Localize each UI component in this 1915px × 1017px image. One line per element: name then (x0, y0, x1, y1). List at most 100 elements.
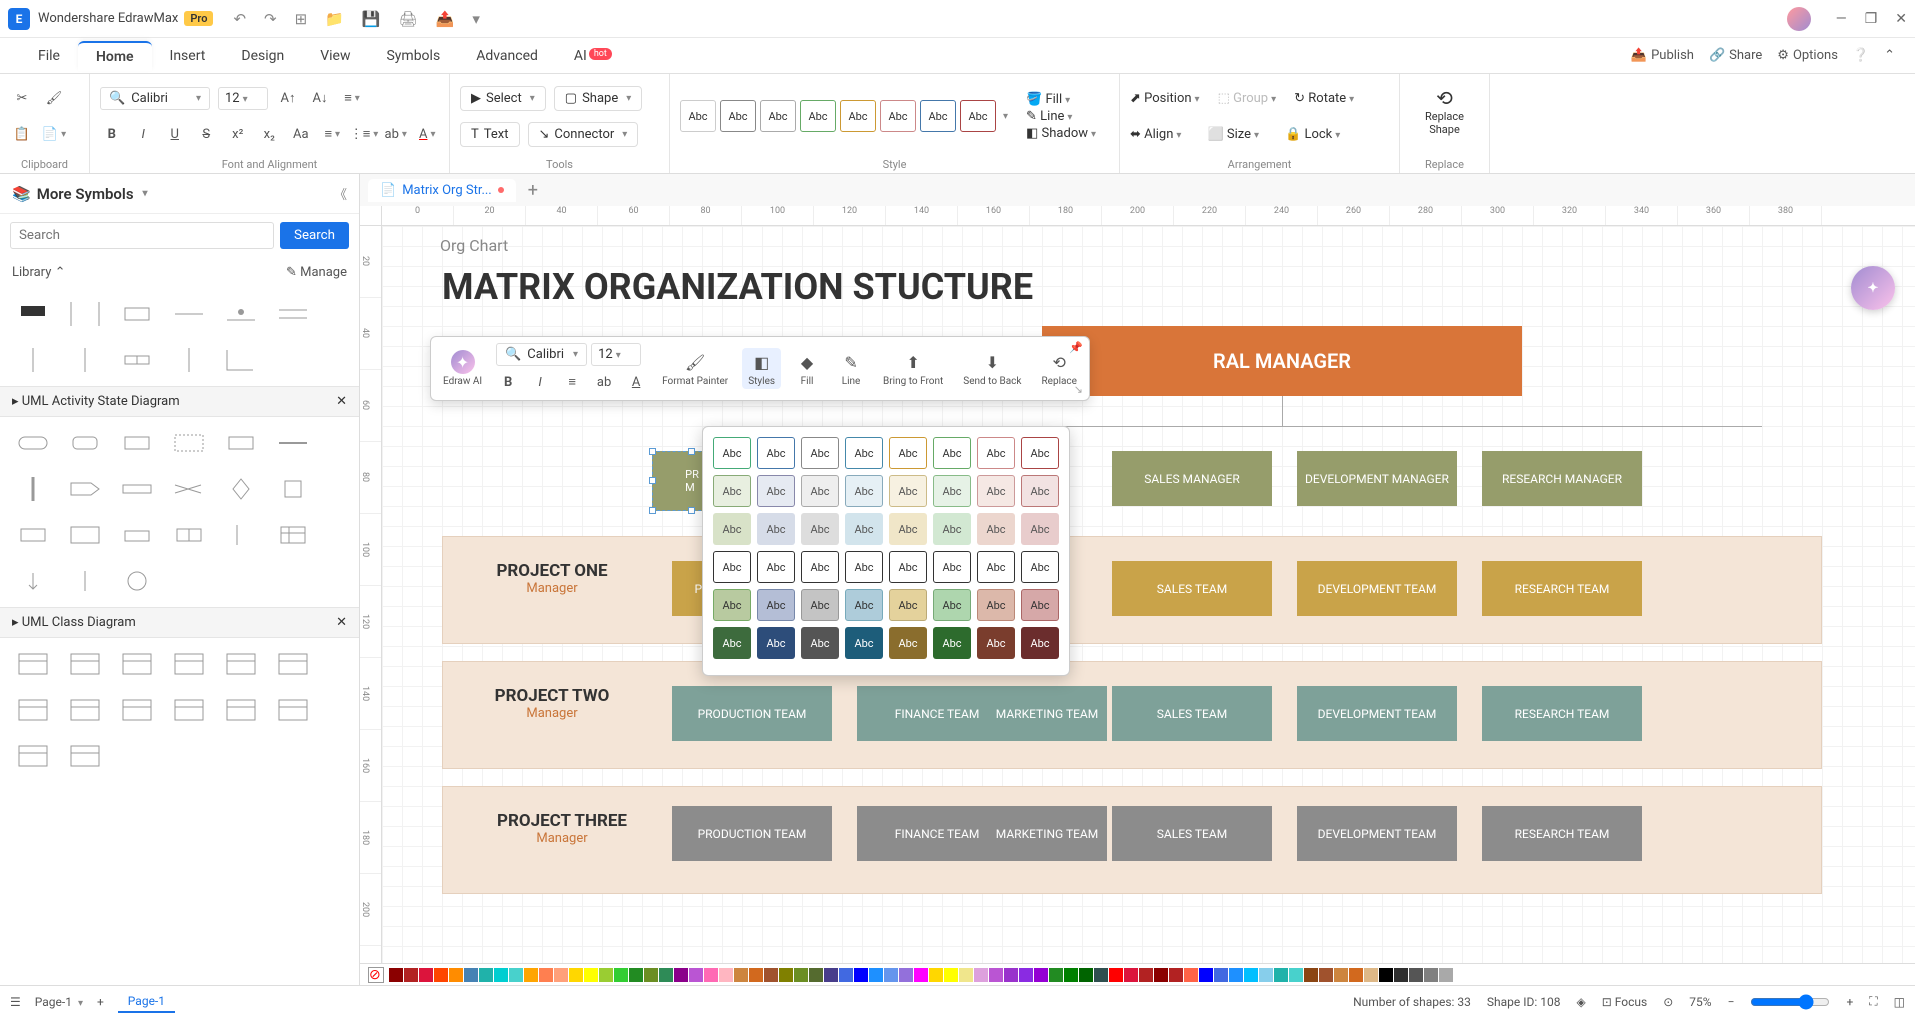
ctx-pin-icon[interactable]: 📌 (1069, 341, 1083, 354)
menu-home[interactable]: Home (78, 41, 152, 71)
color-swatch[interactable] (1334, 968, 1348, 982)
color-swatch[interactable] (764, 968, 778, 982)
shape-item[interactable] (218, 294, 264, 334)
style-swatch[interactable]: Abc (1021, 475, 1059, 507)
replace-shape-icon[interactable]: ⟲ (1436, 86, 1453, 110)
style-swatch[interactable]: Abc (801, 627, 839, 659)
search-input[interactable] (10, 222, 274, 249)
ctx-fill[interactable]: ◆Fill (789, 348, 825, 389)
color-swatch[interactable] (1109, 968, 1123, 982)
shape-item[interactable] (166, 515, 212, 555)
text-direction-icon[interactable]: ab▾ (384, 122, 408, 146)
color-swatch[interactable] (704, 968, 718, 982)
team-node[interactable]: DEVELOPMENT TEAM (1297, 806, 1457, 861)
ctx-styles[interactable]: ◧Styles (742, 348, 781, 389)
shape-item[interactable] (10, 469, 56, 509)
help-icon[interactable]: ❔ (1853, 48, 1869, 63)
color-swatch[interactable] (914, 968, 928, 982)
format-painter-icon[interactable]: 🖌 (42, 86, 66, 110)
color-swatch[interactable] (1259, 968, 1273, 982)
color-swatch[interactable] (959, 968, 973, 982)
style-preset[interactable]: Abc (880, 100, 916, 132)
bold-icon[interactable]: B (100, 122, 124, 146)
color-swatch[interactable] (1169, 968, 1183, 982)
style-swatch[interactable]: Abc (845, 437, 883, 469)
options-button[interactable]: ⚙ Options (1777, 48, 1838, 63)
ctx-send-back[interactable]: ⬇Send to Back (957, 348, 1027, 389)
shape-item[interactable] (62, 561, 108, 601)
ctx-font-color-icon[interactable]: A (624, 370, 648, 394)
color-swatch[interactable] (974, 968, 988, 982)
color-swatch[interactable] (854, 968, 868, 982)
shape-item[interactable] (10, 690, 56, 730)
color-swatch[interactable] (1244, 968, 1258, 982)
style-swatch[interactable]: Abc (845, 551, 883, 583)
zoom-out-icon[interactable]: − (1728, 995, 1735, 1009)
close-category-icon[interactable]: ✕ (336, 615, 347, 630)
color-swatch[interactable] (1079, 968, 1093, 982)
color-swatch[interactable] (1349, 968, 1363, 982)
color-swatch[interactable] (1094, 968, 1108, 982)
color-swatch[interactable] (389, 968, 403, 982)
style-swatch[interactable]: Abc (1021, 437, 1059, 469)
style-swatch[interactable]: Abc (713, 589, 751, 621)
color-swatch[interactable] (404, 968, 418, 982)
ctx-font-select[interactable]: 🔍 Calibri▾ (496, 343, 587, 366)
team-node[interactable]: MARKETING TEAM (987, 806, 1107, 861)
team-node[interactable]: SALES TEAM (1112, 561, 1272, 616)
color-swatch[interactable] (1364, 968, 1378, 982)
color-swatch[interactable] (644, 968, 658, 982)
style-swatch[interactable]: Abc (977, 513, 1015, 545)
shape-item[interactable] (62, 423, 108, 463)
paste-icon[interactable]: 📄▾ (42, 122, 66, 146)
shape-item[interactable] (166, 294, 212, 334)
style-swatch[interactable]: Abc (933, 513, 971, 545)
color-swatch[interactable] (1394, 968, 1408, 982)
shape-item[interactable] (218, 644, 264, 684)
group-button[interactable]: ⬚ Group▾ (1218, 91, 1277, 106)
shape-item[interactable] (166, 469, 212, 509)
fit-page-icon[interactable]: ⊙ (1663, 995, 1673, 1009)
focus-button[interactable]: ⊡ Focus (1602, 995, 1647, 1009)
team-node[interactable]: RESEARCH TEAM (1482, 686, 1642, 741)
style-swatch[interactable]: Abc (713, 475, 751, 507)
style-swatch[interactable]: Abc (1021, 513, 1059, 545)
shape-item[interactable] (114, 294, 160, 334)
color-swatch[interactable] (1319, 968, 1333, 982)
undo-icon[interactable]: ↶ (233, 10, 246, 28)
style-preset[interactable]: Abc (960, 100, 996, 132)
style-swatch[interactable]: Abc (933, 437, 971, 469)
collapse-ribbon-icon[interactable]: ⌃ (1884, 48, 1895, 63)
print-icon[interactable]: 🖨 (399, 10, 418, 28)
page-dropdown[interactable]: Page-1 ▾ (35, 995, 83, 1009)
line-button[interactable]: ✎ Line▾ (1026, 109, 1096, 124)
position-button[interactable]: ⬈ Position▾ (1130, 91, 1200, 106)
style-swatch[interactable]: Abc (713, 551, 751, 583)
ctx-text-dir-icon[interactable]: ab (592, 370, 616, 394)
style-preset[interactable]: Abc (920, 100, 956, 132)
align-btn[interactable]: ≡▾ (340, 86, 364, 110)
color-swatch[interactable] (749, 968, 763, 982)
shape-item[interactable] (218, 340, 264, 380)
style-swatch[interactable]: Abc (1021, 627, 1059, 659)
shape-item[interactable] (62, 644, 108, 684)
color-swatch[interactable] (1004, 968, 1018, 982)
style-swatch[interactable]: Abc (889, 551, 927, 583)
style-swatch[interactable]: Abc (889, 627, 927, 659)
document-tab[interactable]: 📄 Matrix Org Str... (368, 179, 516, 202)
fill-button[interactable]: 🪣 Fill▾ (1026, 92, 1096, 107)
align-button[interactable]: ⬌ Align▾ (1130, 127, 1181, 142)
color-swatch[interactable] (479, 968, 493, 982)
edraw-ai-button[interactable]: ✦Edraw AI (437, 348, 488, 389)
select-tool[interactable]: ▶ Select▾ (460, 86, 546, 111)
style-preset[interactable]: Abc (800, 100, 836, 132)
style-swatch[interactable]: Abc (713, 627, 751, 659)
style-swatch[interactable]: Abc (713, 513, 751, 545)
style-swatch[interactable]: Abc (977, 589, 1015, 621)
shape-item[interactable] (218, 515, 264, 555)
color-swatch[interactable] (434, 968, 448, 982)
lock-button[interactable]: 🔒 Lock▾ (1285, 127, 1340, 142)
style-swatch[interactable]: Abc (933, 551, 971, 583)
line-spacing-icon[interactable]: ≡▾ (321, 122, 345, 146)
style-swatch[interactable]: Abc (889, 513, 927, 545)
